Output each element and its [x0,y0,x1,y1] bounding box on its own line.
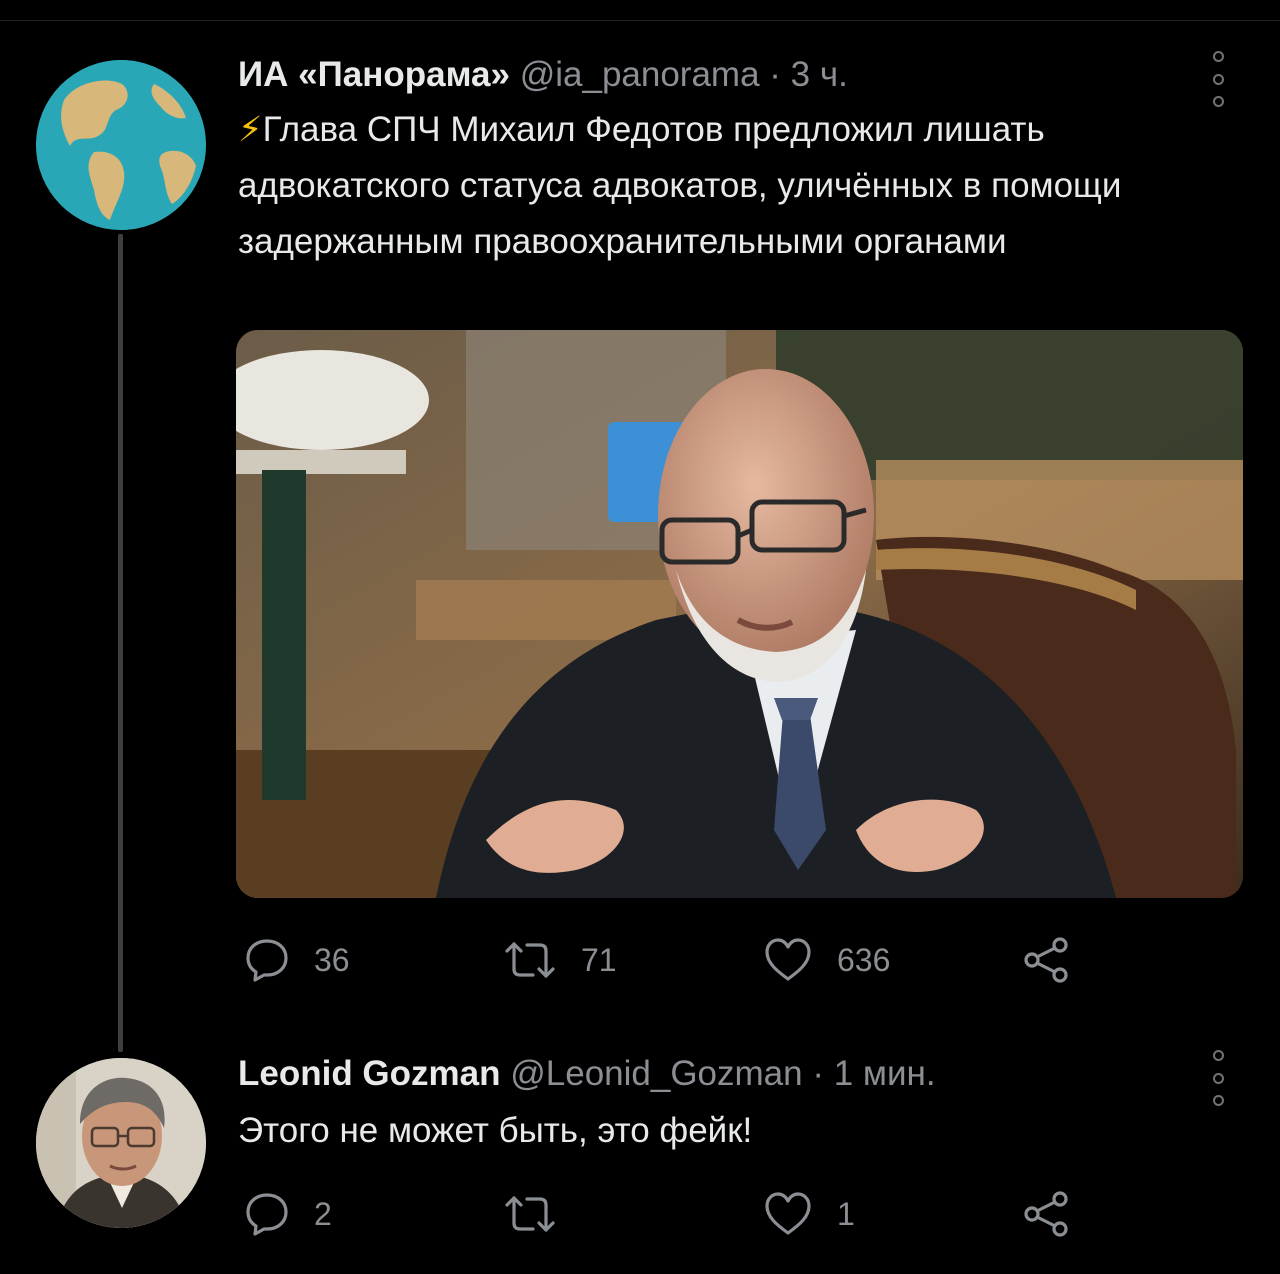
tweet-photo[interactable] [236,330,1243,898]
share-icon [1024,1191,1068,1237]
tweet-header: ИА «Панорама» @ia_panorama · 3 ч. [238,57,848,92]
reply-icon [246,1193,288,1236]
timeline: ИА «Панорама» @ia_panorama · 3 ч. ⚡Глава… [0,0,1280,1274]
reply-icon [246,939,288,982]
photo-man-in-suit [236,330,1243,898]
lightning-icon: ⚡ [238,110,263,149]
more-options-icon[interactable] [1208,51,1228,107]
share-icon [1024,937,1068,983]
tweet-body: Глава СПЧ Михаил Федотов предложил лишат… [238,110,1122,261]
tweet-text: ⚡Глава СПЧ Михаил Федотов предложил лиша… [238,102,1218,270]
share-button[interactable] [1022,930,1070,990]
divider [0,20,1280,21]
avatar-globe[interactable] [36,60,206,230]
retweet-button[interactable] [503,1184,581,1244]
avatar-image [36,1058,206,1228]
tweet-body: Этого не может быть, это фейк! [238,1111,753,1150]
separator-dot: · [769,55,781,94]
author-handle[interactable]: @Leonid_Gozman [510,1054,802,1093]
reply-button[interactable]: 2 [244,1184,332,1244]
heart-icon [765,938,811,981]
reply-count: 2 [314,1195,332,1232]
author-name[interactable]: Leonid Gozman [238,1054,501,1093]
separator-dot: · [812,1054,824,1093]
retweet-icon [505,1196,555,1232]
more-options-icon[interactable] [1208,1050,1228,1106]
author-handle[interactable]: @ia_panorama [520,55,760,94]
share-button[interactable] [1022,1184,1070,1244]
tweet-timestamp[interactable]: 3 ч. [791,55,848,94]
reply-button[interactable]: 36 [244,930,350,990]
heart-icon [765,1192,811,1235]
like-count: 1 [837,1195,855,1232]
retweet-icon [505,942,555,978]
author-name[interactable]: ИА «Панорама» [238,55,510,94]
avatar-user-photo[interactable] [36,1058,206,1228]
reply-count: 36 [314,941,350,978]
retweet-count: 71 [581,941,617,978]
globe-icon [36,60,206,230]
retweet-button[interactable]: 71 [503,930,617,990]
thread-connector-line [118,234,123,1052]
like-button[interactable]: 636 [763,930,890,990]
like-button[interactable]: 1 [763,1184,855,1244]
like-count: 636 [837,941,891,978]
tweet-timestamp[interactable]: 1 мин. [834,1054,936,1093]
tweet-header: Leonid Gozman @Leonid_Gozman · 1 мин. [238,1056,936,1091]
